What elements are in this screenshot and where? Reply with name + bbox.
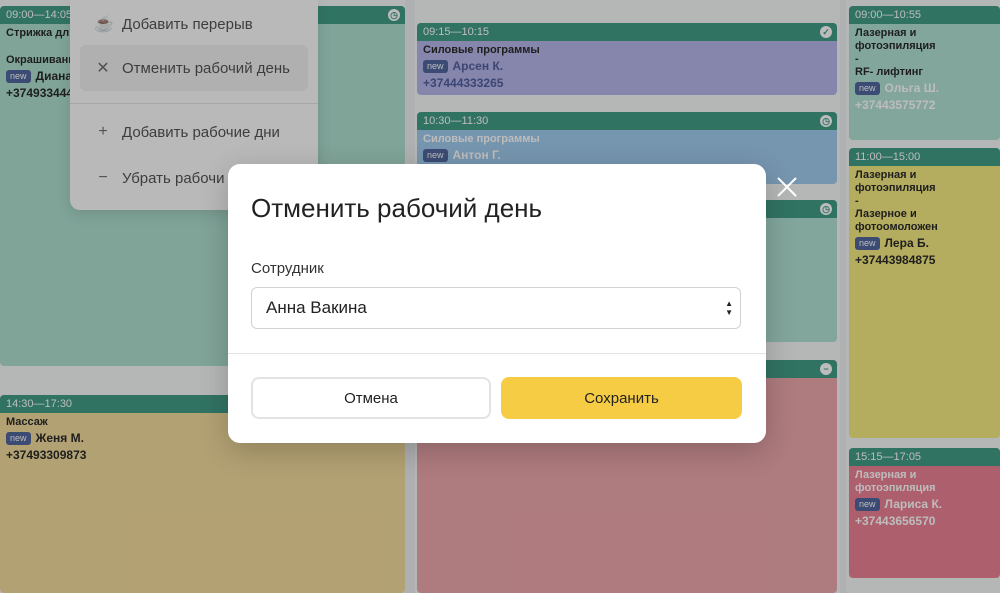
- select-arrows-icon: ▲ ▼: [725, 299, 733, 317]
- cancel-workday-modal: Отменить рабочий день Сотрудник Анна Вак…: [228, 164, 766, 443]
- employee-label: Сотрудник: [251, 260, 324, 277]
- cancel-button[interactable]: Отмена: [251, 377, 491, 419]
- employee-value: Анна Вакина: [266, 298, 367, 317]
- close-icon[interactable]: [774, 174, 800, 200]
- modal-title: Отменить рабочий день: [251, 193, 543, 223]
- modal-divider: [228, 353, 766, 354]
- employee-select[interactable]: Анна Вакина ▲ ▼: [251, 287, 741, 329]
- save-button[interactable]: Сохранить: [501, 377, 742, 419]
